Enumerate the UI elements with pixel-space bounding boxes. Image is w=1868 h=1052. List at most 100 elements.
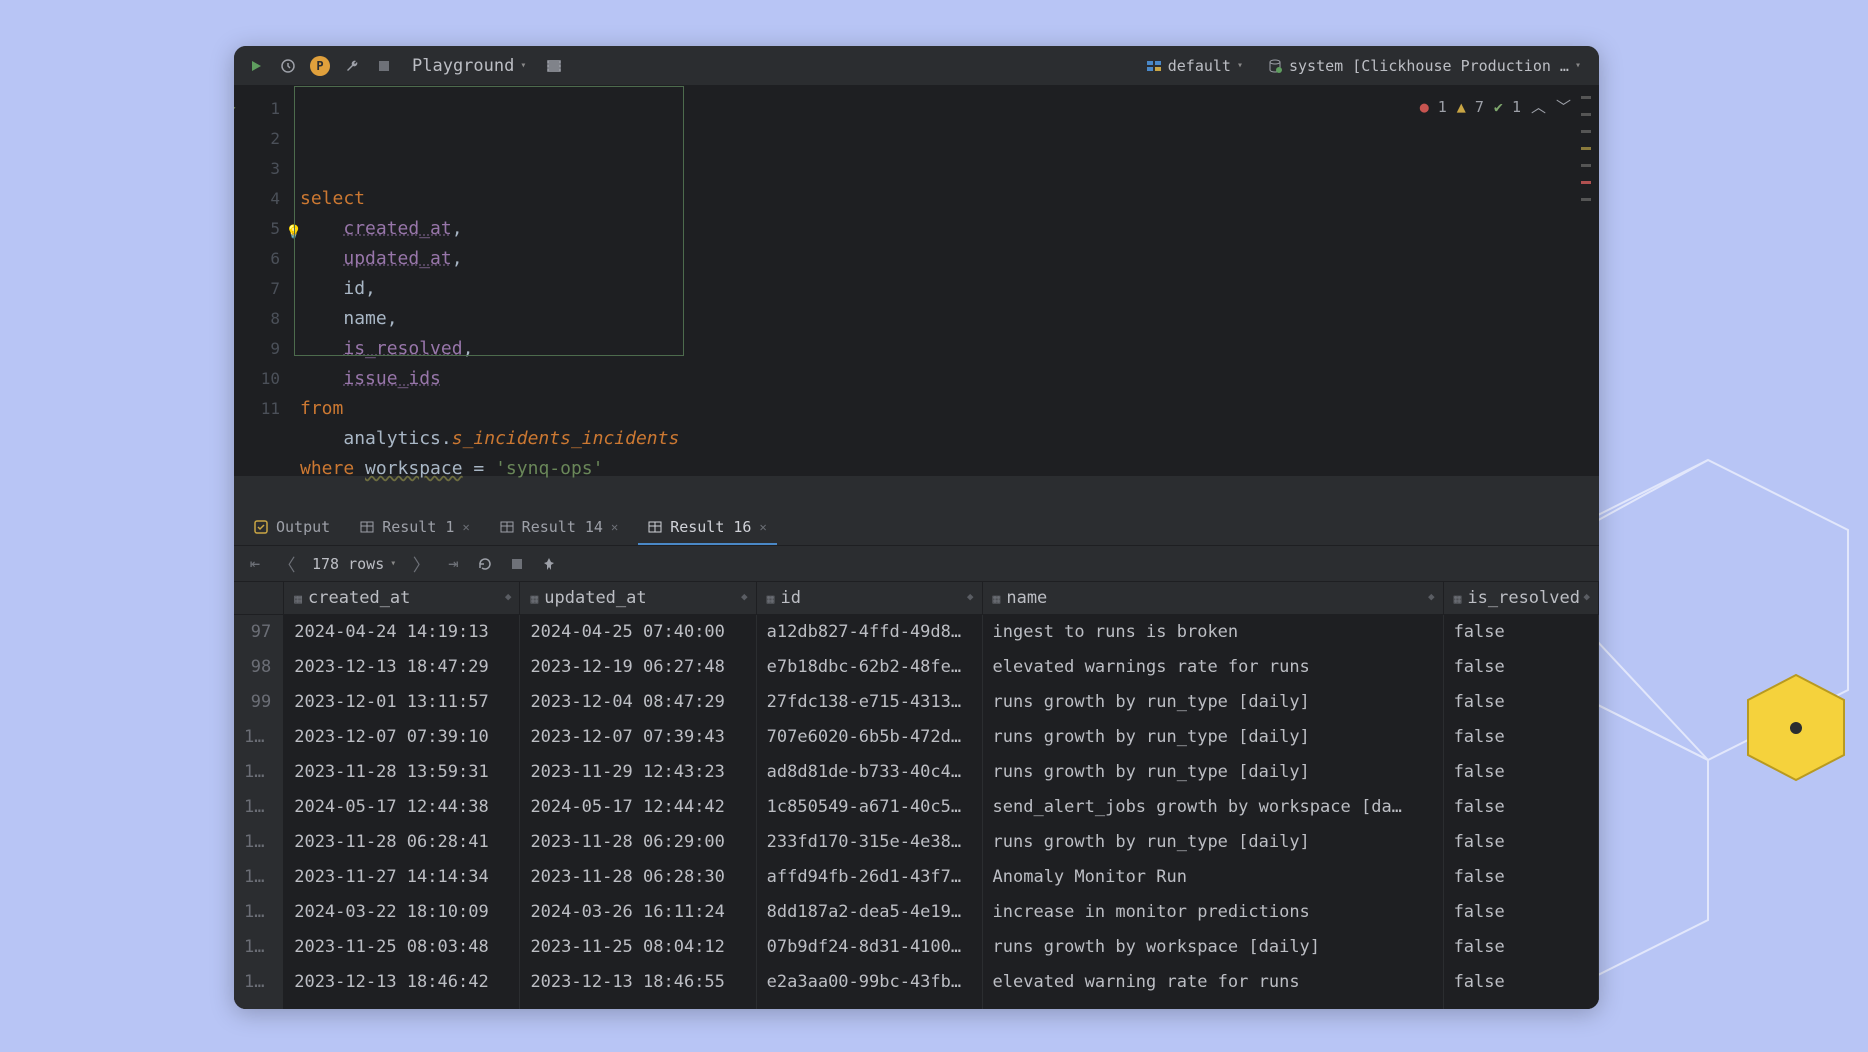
prev-page-button[interactable]: 〈 [276,553,298,575]
table-row[interactable]: 1012023-11-28 13:59:312023-11-29 12:43:2… [234,755,1599,790]
sort-icon[interactable]: ◆ [1428,590,1435,603]
cell-name[interactable]: ingest to runs is broken [982,615,1443,651]
cell-created-at[interactable]: 2023-12-07 07:39:10 [284,720,520,755]
cell-id[interactable]: ad8d81de-b733-40c4… [756,755,982,790]
column-name[interactable]: ▦name◆ [982,582,1443,615]
cell-name[interactable]: runs growth by run_type [daily] [982,685,1443,720]
table-row[interactable]: 1002023-12-07 07:39:102023-12-07 07:39:4… [234,720,1599,755]
cell-is-resolved[interactable]: false [1443,790,1598,825]
cell-is-resolved[interactable]: false [1443,965,1598,1000]
cell-name[interactable]: Anomaly Monitor Run [982,860,1443,895]
next-page-button[interactable]: 〉 [410,553,432,575]
table-row[interactable]: 1052024-03-22 18:10:092024-03-26 16:11:2… [234,895,1599,930]
cell-created-at[interactable]: 2023-11-28 06:28:41 [284,825,520,860]
table-row[interactable]: 1072023-12-13 18:46:422023-12-13 18:46:5… [234,965,1599,1000]
table-row[interactable]: 1022024-05-17 12:44:382024-05-17 12:44:4… [234,790,1599,825]
cell-id[interactable]: 27fdc138-e715-4313… [756,685,982,720]
cell-name[interactable]: runs growth by run_type [daily] [982,755,1443,790]
cell-updated-at[interactable]: 2023-12-07 07:39:43 [520,720,756,755]
cell-is-resolved[interactable]: false [1443,615,1598,651]
cell-is-resolved[interactable]: false [1443,685,1598,720]
cell-created-at[interactable]: 2024-04-24 14:19:13 [284,615,520,651]
cell-created-at[interactable]: 2023-11-28 13:59:31 [284,755,520,790]
cell-name[interactable]: runs growth by run_type [daily] [982,825,1443,860]
cell-id[interactable]: 707e6020-6b5b-472d… [756,720,982,755]
cell-name[interactable]: send_alert_jobs growth by workspace [da… [982,790,1443,825]
cell-is-resolved[interactable]: false [1443,650,1598,685]
cell-name[interactable]: elevated warning rate for runs [982,965,1443,1000]
cell-updated-at[interactable]: 2023-11-28 06:28:08 [520,1000,756,1009]
cell-is-resolved[interactable]: false [1443,755,1598,790]
cell-id[interactable]: 07b9df24-8d31-4100… [756,930,982,965]
playground-dropdown[interactable]: Playground ▾ [404,52,534,80]
cell-updated-at[interactable]: 2024-05-17 12:44:42 [520,790,756,825]
sort-icon[interactable]: ◆ [967,590,974,603]
pin-button[interactable] [538,553,560,575]
sql-editor[interactable]: ● 1 ▲ 7 ✔ 1 ︿ ﹀ ✔1 2 3 4 💡5 6 7 8 9 10 1… [234,86,1599,476]
cell-updated-at[interactable]: 2023-12-13 18:46:55 [520,965,756,1000]
cell-name[interactable]: monitors [982,1000,1443,1009]
column-is-resolved[interactable]: ▦is_resolved◆ [1443,582,1598,615]
cell-id[interactable]: 1c850549-a671-40c5… [756,790,982,825]
last-page-button[interactable]: ⇥ [442,553,464,575]
sort-icon[interactable]: ◆ [741,590,748,603]
close-icon[interactable]: ✕ [759,520,766,534]
run-button[interactable] [244,54,268,78]
cell-updated-at[interactable]: 2023-12-19 06:27:48 [520,650,756,685]
cell-created-at[interactable]: 2023-12-13 18:47:29 [284,650,520,685]
cell-id[interactable]: 7fdb7362-7e2d-4e4c… [756,1000,982,1009]
tab-result-16[interactable]: Result 16 ✕ [638,511,777,545]
cell-updated-at[interactable]: 2023-12-04 08:47:29 [520,685,756,720]
cell-id[interactable]: e2a3aa00-99bc-43fb… [756,965,982,1000]
table-row[interactable]: 992023-12-01 13:11:572023-12-04 08:47:29… [234,685,1599,720]
pending-icon[interactable]: P [308,54,332,78]
cell-name[interactable]: increase in monitor predictions [982,895,1443,930]
cell-updated-at[interactable]: 2023-11-28 06:29:00 [520,825,756,860]
cell-updated-at[interactable]: 2024-04-25 07:40:00 [520,615,756,651]
code-area[interactable]: select created_at, updated_at, id, name,… [294,86,679,476]
column-id[interactable]: ▦id◆ [756,582,982,615]
cell-created-at[interactable]: 2024-05-17 12:44:38 [284,790,520,825]
cell-name[interactable]: runs growth by run_type [daily] [982,720,1443,755]
cell-is-resolved[interactable]: false [1443,860,1598,895]
cell-is-resolved[interactable]: false [1443,895,1598,930]
cell-id[interactable]: e7b18dbc-62b2-48fe… [756,650,982,685]
close-icon[interactable]: ✕ [611,520,618,534]
cell-created-at[interactable]: 2023-11-27 10:38:34 [284,1000,520,1009]
settings-button[interactable] [542,54,566,78]
cell-is-resolved[interactable]: false [1443,720,1598,755]
results-grid[interactable]: ▦created_at◆ ▦updated_at◆ ▦id◆ ▦name◆ ▦i… [234,582,1599,1009]
close-icon[interactable]: ✕ [462,520,469,534]
wrench-button[interactable] [340,54,364,78]
cell-is-resolved[interactable]: false [1443,930,1598,965]
cell-created-at[interactable]: 2023-11-27 14:14:34 [284,860,520,895]
connection-dropdown[interactable]: system [Clickhouse Production … ▾ [1259,52,1589,80]
column-updated-at[interactable]: ▦updated_at◆ [520,582,756,615]
schema-dropdown[interactable]: default ▾ [1138,52,1251,80]
tab-result-1[interactable]: Result 1 ✕ [350,511,479,545]
cell-name[interactable]: runs growth by workspace [daily] [982,930,1443,965]
prev-highlight-button[interactable]: ︿ [1531,96,1546,117]
table-row[interactable]: 982023-12-13 18:47:292023-12-19 06:27:48… [234,650,1599,685]
cell-created-at[interactable]: 2023-11-25 08:03:48 [284,930,520,965]
cell-updated-at[interactable]: 2023-11-28 06:28:30 [520,860,756,895]
stop-button[interactable] [372,54,396,78]
column-rownum[interactable] [234,582,284,615]
cell-is-resolved[interactable]: false [1443,825,1598,860]
table-row[interactable]: 1042023-11-27 14:14:342023-11-28 06:28:3… [234,860,1599,895]
table-row[interactable]: 972024-04-24 14:19:132024-04-25 07:40:00… [234,615,1599,651]
cancel-query-button[interactable] [506,553,528,575]
column-created-at[interactable]: ▦created_at◆ [284,582,520,615]
history-button[interactable] [276,54,300,78]
cell-name[interactable]: elevated warnings rate for runs [982,650,1443,685]
inspection-summary[interactable]: ● 1 ▲ 7 ✔ 1 ︿ ﹀ [1420,96,1571,117]
cell-updated-at[interactable]: 2023-11-25 08:04:12 [520,930,756,965]
cell-id[interactable]: 8dd187a2-dea5-4e19… [756,895,982,930]
cell-is-resolved[interactable]: false [1443,1000,1598,1009]
cell-updated-at[interactable]: 2024-03-26 16:11:24 [520,895,756,930]
table-row[interactable]: 1082023-11-27 10:38:342023-11-28 06:28:0… [234,1000,1599,1009]
row-count-dropdown[interactable]: 178 rows ▾ [308,555,400,573]
tab-result-14[interactable]: Result 14 ✕ [490,511,629,545]
next-highlight-button[interactable]: ﹀ [1556,96,1571,117]
cell-created-at[interactable]: 2023-12-13 18:46:42 [284,965,520,1000]
